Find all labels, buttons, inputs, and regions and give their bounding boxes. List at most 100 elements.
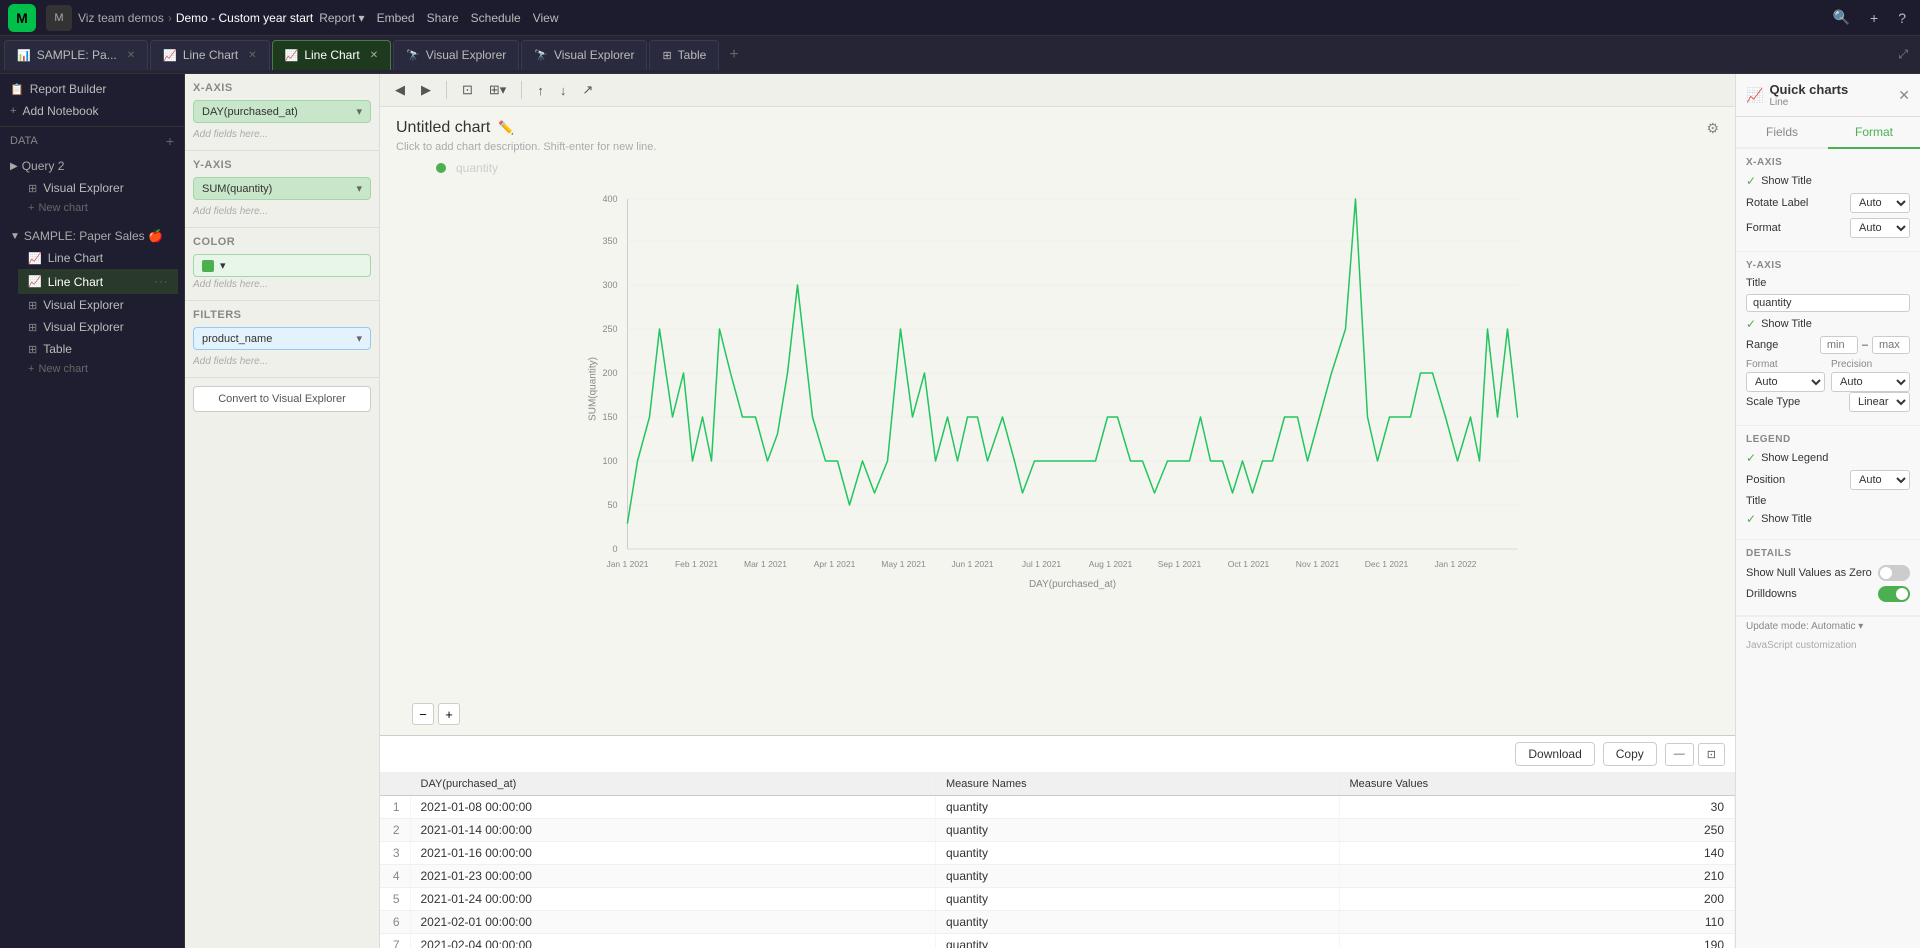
chart-edit-icon[interactable]: ✏️ <box>498 120 514 136</box>
sidebar-visual-explorer-2[interactable]: ⊞ Visual Explorer <box>18 294 178 316</box>
tab-add-button[interactable]: + <box>721 46 746 64</box>
rotate-label-select[interactable]: Auto <box>1850 193 1910 213</box>
chart-settings-icon[interactable]: ⚙ <box>1706 120 1719 137</box>
table-row: 1 2021-01-08 00:00:00 quantity 30 <box>380 796 1735 819</box>
data-add-button[interactable]: + <box>166 133 174 149</box>
forward-button[interactable]: ▶ <box>416 80 436 100</box>
sidebar-line-chart-2[interactable]: 📈 Line Chart ⋯ <box>18 269 178 294</box>
search-button[interactable]: 🔍 <box>1827 7 1856 28</box>
zoom-in-button[interactable]: + <box>438 703 460 725</box>
tab-visual-explorer-2[interactable]: 🔭 Visual Explorer <box>521 40 647 70</box>
js-customization[interactable]: JavaScript customization <box>1736 636 1920 655</box>
sidebar-visual-explorer-1[interactable]: ⊞ Visual Explorer <box>18 177 178 199</box>
nav-schedule[interactable]: Schedule <box>471 11 521 25</box>
drilldowns-toggle[interactable] <box>1878 586 1910 602</box>
breadcrumb-project[interactable]: Viz team demos <box>78 11 164 25</box>
cell-measure-value: 140 <box>1339 842 1734 865</box>
tab-line-chart-2[interactable]: 📈 Line Chart ✕ <box>272 40 391 70</box>
table-header-row: DAY(purchased_at) Measure Names Measure … <box>380 773 1735 796</box>
col-measure-values[interactable]: Measure Values <box>1339 773 1734 796</box>
back-button[interactable]: ◀ <box>390 80 410 100</box>
sidebar-add-notebook[interactable]: + Add Notebook <box>0 100 184 122</box>
tab-visual-explorer-1[interactable]: 🔭 Visual Explorer <box>393 40 519 70</box>
sidebar-visual-explorer-3[interactable]: ⊞ Visual Explorer <box>18 316 178 338</box>
add-button[interactable]: + <box>1864 8 1884 28</box>
cell-date: 2021-01-24 00:00:00 <box>410 888 935 911</box>
update-mode-value[interactable]: Automatic ▾ <box>1811 621 1863 632</box>
cell-date: 2021-02-01 00:00:00 <box>410 911 935 934</box>
expand-table-button[interactable]: ⊡ <box>1698 743 1725 766</box>
move-down-button[interactable]: ↓ <box>555 81 572 100</box>
right-panel-close-button[interactable]: ✕ <box>1898 87 1910 104</box>
sidebar-line-chart-1[interactable]: 📈 Line Chart <box>18 247 178 269</box>
line-chart-1-label: Line Chart <box>48 251 103 265</box>
fit-screen-button[interactable]: ⊡ <box>457 80 478 100</box>
download-button[interactable]: Download <box>1515 742 1594 766</box>
sidebar-query-header[interactable]: ▶ Query 2 <box>6 155 178 177</box>
expand-button[interactable]: ⤢ <box>1898 47 1908 62</box>
y-title-input[interactable] <box>1746 294 1910 312</box>
chart-title[interactable]: Untitled chart <box>396 119 490 137</box>
collapse-button[interactable]: — <box>1665 743 1694 766</box>
details-format-section: DETAILS Show Null Values as Zero Drilldo… <box>1736 540 1920 616</box>
nav-menu: Report ▾ Embed Share Schedule View <box>319 11 558 25</box>
help-button[interactable]: ? <box>1892 8 1912 28</box>
format-tabs: Fields Format <box>1736 117 1920 149</box>
nav-embed[interactable]: Embed <box>377 11 415 25</box>
tab-sample-pa-close[interactable]: ✕ <box>127 50 135 61</box>
sidebar-new-chart-2[interactable]: + New chart <box>18 360 178 378</box>
table-scroll[interactable]: DAY(purchased_at) Measure Names Measure … <box>380 773 1735 948</box>
color-field[interactable]: ▾ <box>193 254 371 277</box>
precision-select[interactable]: Auto <box>1831 372 1910 392</box>
filter-field[interactable]: product_name ▾ <box>193 327 371 350</box>
right-panel-title-block: 📈 Quick charts Line <box>1746 82 1848 108</box>
chart-description[interactable]: Click to add chart description. Shift-en… <box>396 141 1719 153</box>
col-date[interactable]: DAY(purchased_at) <box>410 773 935 796</box>
svg-text:Jun 1 2021: Jun 1 2021 <box>951 559 993 569</box>
sidebar-sample-header[interactable]: ▼ SAMPLE: Paper Sales 🍎 <box>6 225 178 247</box>
details-format-title: DETAILS <box>1746 548 1910 559</box>
tab-line-chart-1[interactable]: 📈 Line Chart ✕ <box>150 40 269 70</box>
x-axis-field[interactable]: DAY(purchased_at) ▾ <box>193 100 371 123</box>
col-measure-names[interactable]: Measure Names <box>935 773 1339 796</box>
breadcrumb-current: Demo - Custom year start <box>176 11 313 25</box>
line-chart-2-more[interactable]: ⋯ <box>154 273 168 290</box>
sidebar-table[interactable]: ⊞ Table <box>18 338 178 360</box>
tab-table[interactable]: ⊞ Table <box>649 40 719 70</box>
tab-format[interactable]: Format <box>1828 117 1920 149</box>
cell-date: 2021-01-23 00:00:00 <box>410 865 935 888</box>
show-null-toggle[interactable] <box>1878 565 1910 581</box>
color-section: Color ▾ Add fields here... <box>185 228 379 301</box>
show-null-row: Show Null Values as Zero <box>1746 565 1910 581</box>
chart-legend: quantity <box>396 161 1719 175</box>
y-format-select[interactable]: Auto <box>1746 372 1825 392</box>
nav-report[interactable]: Report ▾ <box>319 11 364 25</box>
range-min-input[interactable] <box>1820 336 1858 354</box>
nav-share[interactable]: Share <box>427 11 459 25</box>
range-label: Range <box>1746 339 1778 351</box>
zoom-out-button[interactable]: − <box>412 703 434 725</box>
tab-line-chart-1-close[interactable]: ✕ <box>248 50 256 61</box>
sidebar-report-builder[interactable]: 📋 Report Builder <box>0 78 184 100</box>
legend-position-select[interactable]: Auto <box>1850 470 1910 490</box>
sidebar-new-chart-1[interactable]: + New chart <box>18 199 178 217</box>
tab-line-chart-2-close[interactable]: ✕ <box>370 50 378 61</box>
y-axis-field[interactable]: SUM(quantity) ▾ <box>193 177 371 200</box>
copy-button[interactable]: Copy <box>1603 742 1657 766</box>
tab-sample-pa[interactable]: 📊 SAMPLE: Pa... ✕ <box>4 40 148 70</box>
tab-fields[interactable]: Fields <box>1736 117 1828 149</box>
update-mode: Update mode: Automatic ▾ <box>1736 616 1920 636</box>
move-up-button[interactable]: ↑ <box>532 81 549 100</box>
table-row: 7 2021-02-04 00:00:00 quantity 190 <box>380 934 1735 948</box>
convert-to-visual-explorer-button[interactable]: Convert to Visual Explorer <box>193 386 371 412</box>
cell-measure-value: 250 <box>1339 819 1734 842</box>
nav-view[interactable]: View <box>533 11 559 25</box>
drilldowns-row: Drilldowns <box>1746 586 1910 602</box>
cell-measure-value: 210 <box>1339 865 1734 888</box>
range-max-input[interactable] <box>1872 336 1910 354</box>
rotate-label-row: Rotate Label Auto <box>1746 193 1910 213</box>
move-out-button[interactable]: ↗ <box>577 80 598 100</box>
x-format-select[interactable]: Auto <box>1850 218 1910 238</box>
zoom-button[interactable]: ⊞▾ <box>484 80 511 100</box>
scale-type-select[interactable]: Linear Log <box>1849 392 1910 412</box>
